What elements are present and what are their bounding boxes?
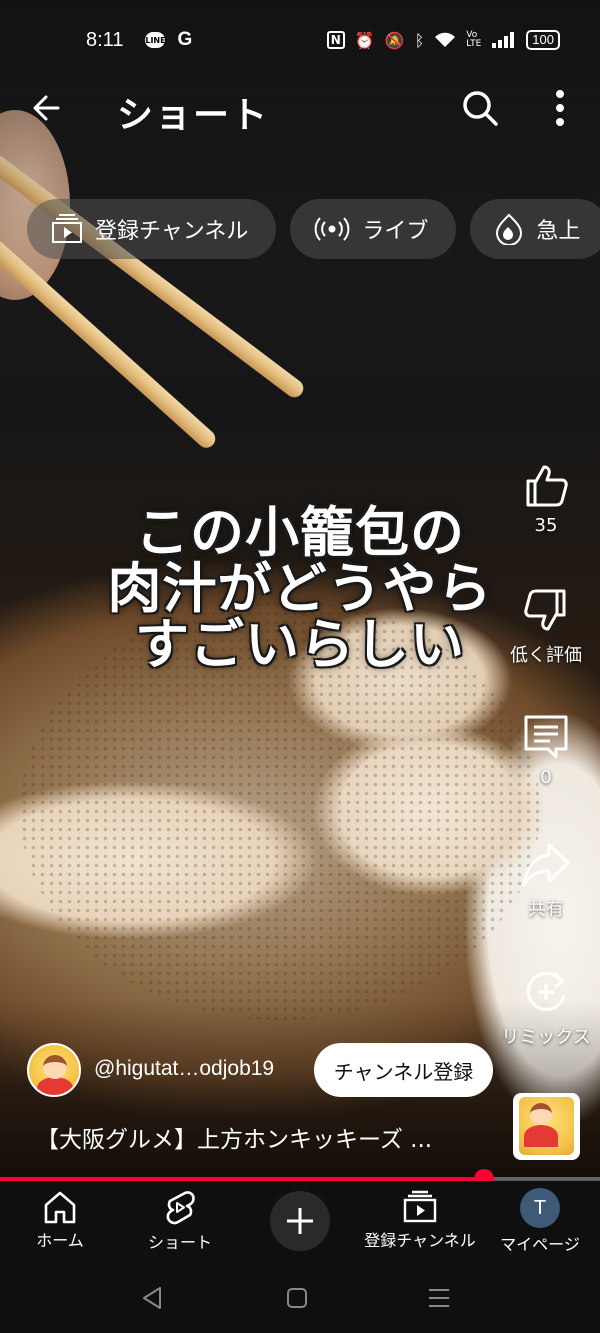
comments-button[interactable]: 0 bbox=[496, 713, 596, 788]
live-icon bbox=[314, 217, 350, 241]
system-recents-icon[interactable] bbox=[424, 1285, 454, 1311]
header: ショート bbox=[0, 80, 600, 136]
status-bar: 8:11 LINE G N ⏰ 🔕 ᛒ Vo LTE 100 bbox=[0, 0, 600, 80]
create-button[interactable] bbox=[270, 1191, 330, 1251]
video-caption: この小籠包の 肉汁がどうやら すごいらしい bbox=[80, 505, 520, 673]
wifi-icon bbox=[435, 32, 456, 47]
caption-line: 肉汁がどうやら bbox=[107, 557, 493, 620]
chip-trending[interactable]: 急上 bbox=[470, 199, 600, 259]
subscriptions-icon bbox=[403, 1190, 437, 1223]
nav-label: マイページ bbox=[500, 1235, 580, 1254]
comment-count: 0 bbox=[540, 767, 552, 788]
status-time: 8:11 bbox=[86, 28, 124, 51]
battery-icon: 100 bbox=[526, 30, 560, 50]
dislike-button[interactable]: 低く評価 bbox=[496, 587, 596, 667]
back-arrow-icon[interactable] bbox=[28, 88, 68, 128]
user-avatar: T bbox=[520, 1188, 560, 1228]
thumbs-down-icon bbox=[524, 589, 566, 631]
nav-label: 登録チャンネル bbox=[364, 1231, 476, 1250]
remix-label: リミックス bbox=[501, 1027, 591, 1048]
nav-home[interactable]: ホーム bbox=[0, 1181, 120, 1263]
subscribe-button[interactable]: チャンネル登録 bbox=[314, 1043, 493, 1097]
system-home-icon[interactable] bbox=[282, 1285, 312, 1311]
video-title[interactable]: 【大阪グルメ】上方ホンキッキーズ ... bbox=[36, 1120, 432, 1154]
share-icon bbox=[522, 843, 570, 887]
plus-icon bbox=[287, 1208, 313, 1234]
thumbs-up-icon bbox=[526, 465, 568, 507]
remix-button[interactable]: リミックス bbox=[496, 967, 596, 1049]
like-button[interactable]: 35 bbox=[496, 461, 596, 536]
chip-live[interactable]: ライブ bbox=[290, 199, 457, 259]
shorts-icon bbox=[166, 1191, 195, 1225]
system-nav-bar bbox=[0, 1263, 600, 1333]
bottom-nav: ホーム ショート 登録チャンネル T マイページ bbox=[0, 1181, 600, 1263]
caption-line: すごいらしい bbox=[135, 613, 465, 676]
more-vert-icon[interactable] bbox=[545, 86, 575, 130]
like-count: 35 bbox=[534, 515, 558, 536]
sound-thumbnail[interactable] bbox=[513, 1093, 580, 1160]
google-app-icon: G bbox=[177, 29, 193, 50]
nav-label: ショート bbox=[147, 1233, 212, 1252]
share-label: 共有 bbox=[528, 899, 564, 920]
chip-subscriptions[interactable]: 登録チャンネル bbox=[27, 199, 277, 259]
nav-label: ホーム bbox=[36, 1231, 84, 1250]
system-back-icon[interactable] bbox=[138, 1285, 168, 1311]
nav-shorts[interactable]: ショート bbox=[120, 1181, 240, 1263]
mute-icon: 🔕 bbox=[384, 30, 405, 50]
trending-icon bbox=[496, 213, 523, 245]
nav-you[interactable]: T マイページ bbox=[480, 1181, 600, 1263]
home-icon bbox=[44, 1191, 76, 1224]
channel-avatar[interactable] bbox=[27, 1043, 81, 1097]
bluetooth-icon: ᛒ bbox=[414, 30, 425, 50]
chip-label: 登録チャンネル bbox=[95, 219, 249, 244]
caption-line: この小籠包の bbox=[135, 501, 465, 564]
dislike-label: 低く評価 bbox=[510, 645, 582, 666]
line-app-icon: LINE bbox=[145, 32, 166, 48]
subscriptions-icon bbox=[52, 214, 82, 243]
search-icon[interactable] bbox=[460, 88, 500, 128]
comment-icon bbox=[524, 715, 568, 759]
share-button[interactable]: 共有 bbox=[496, 841, 596, 921]
filter-chips: 登録チャンネル ライブ 急上 bbox=[27, 199, 600, 259]
volte-icon: Vo LTE bbox=[466, 30, 482, 49]
chip-label: 急上 bbox=[536, 219, 581, 244]
channel-handle[interactable]: @higutat…odjob19 bbox=[94, 1057, 274, 1081]
nfc-icon: N bbox=[326, 31, 345, 49]
alarm-icon: ⏰ bbox=[354, 30, 375, 50]
chip-label: ライブ bbox=[362, 219, 429, 244]
page-title: ショート bbox=[117, 95, 270, 136]
signal-icon bbox=[492, 32, 515, 48]
remix-icon bbox=[526, 971, 566, 1011]
nav-subscriptions[interactable]: 登録チャンネル bbox=[360, 1181, 480, 1263]
